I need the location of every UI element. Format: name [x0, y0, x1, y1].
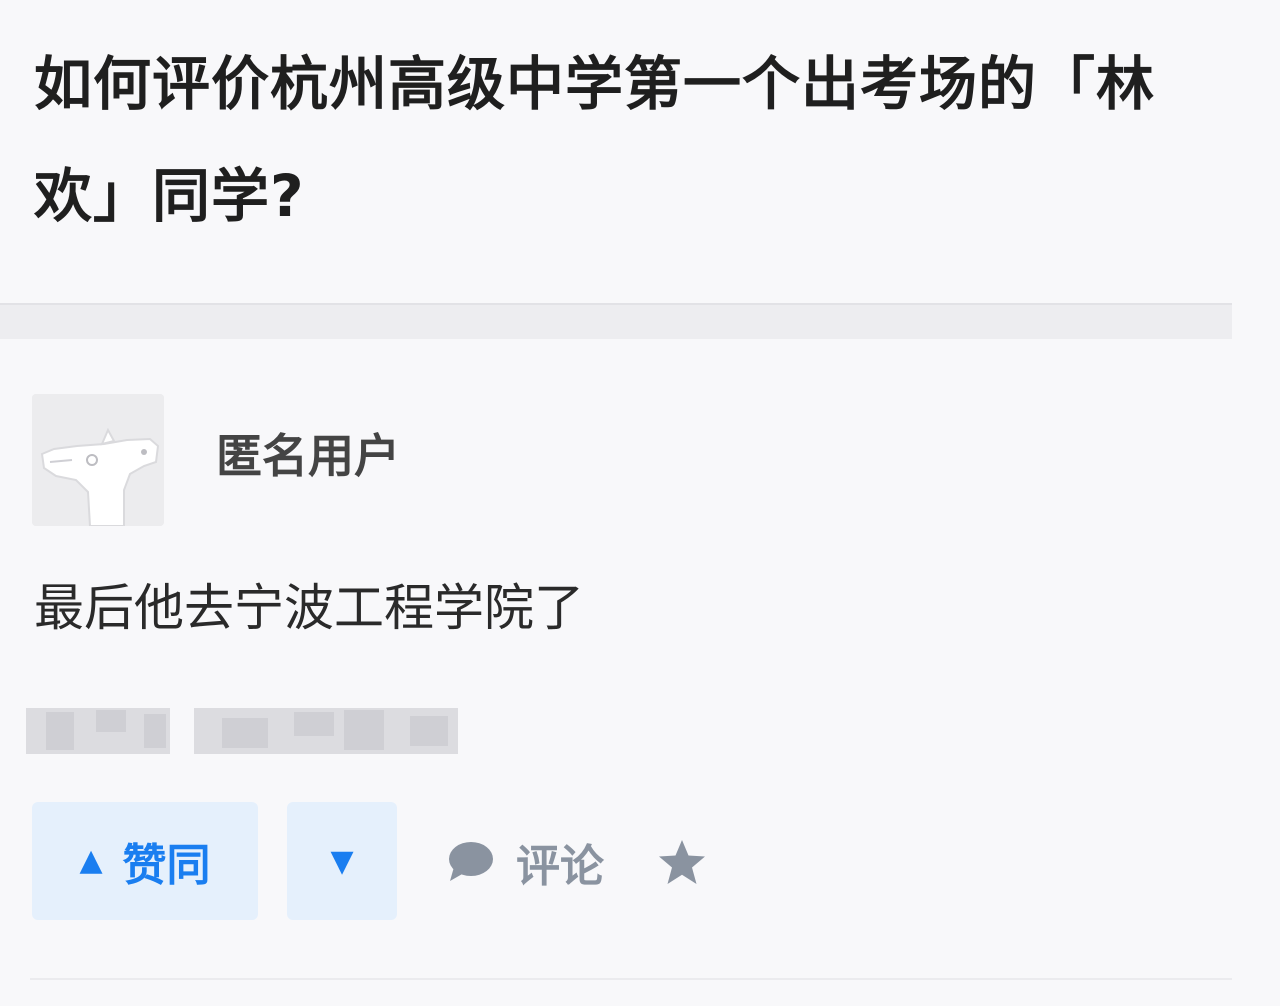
section-divider [0, 303, 1232, 339]
bottom-divider [30, 978, 1232, 980]
upvote-button[interactable]: ▲ 赞同 [32, 802, 258, 920]
answer-content: 最后他去宁波工程学院了 [34, 579, 584, 637]
avatar[interactable] [32, 394, 164, 526]
comment-button[interactable]: 评论 [446, 830, 604, 894]
star-icon [659, 840, 705, 884]
favorite-button[interactable] [655, 836, 709, 890]
upvote-label: 赞同 [122, 840, 211, 891]
question-title[interactable]: 如何评价杭州高级中学第一个出考场的「林欢」同学? [34, 28, 1194, 252]
speech-bubble-icon [449, 842, 493, 881]
answer-card-page: 如何评价杭州高级中学第一个出考场的「林欢」同学? 匿名用户 最后他去宁波工程学院… [0, 0, 1280, 1006]
anonymous-avatar-icon [32, 394, 164, 526]
downvote-button[interactable]: ▼ [287, 802, 397, 920]
author-name[interactable]: 匿名用户 [216, 428, 400, 484]
triangle-down-icon: ▼ [330, 843, 354, 879]
comment-label: 评论 [516, 841, 604, 892]
triangle-up-icon: ▲ [79, 843, 103, 878]
blurred-meta-info [26, 708, 458, 754]
